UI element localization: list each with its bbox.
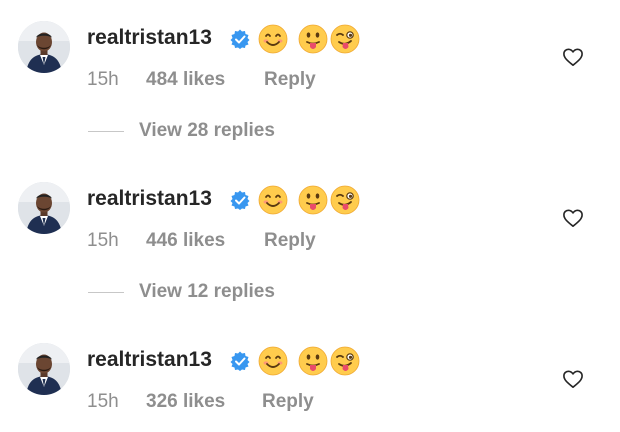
divider-line xyxy=(88,292,124,293)
username[interactable]: realtristan13 xyxy=(87,348,212,372)
reply-button[interactable]: Reply xyxy=(262,391,314,413)
verified-badge-icon xyxy=(230,190,250,210)
tongue-out-icon xyxy=(298,185,328,215)
comment-time: 15h xyxy=(87,69,119,90)
smiling-face-icon xyxy=(258,24,288,54)
view-replies-label[interactable]: View 28 replies xyxy=(139,120,275,142)
comment-time: 15h xyxy=(87,391,119,412)
tongue-out-icon xyxy=(298,346,328,376)
username[interactable]: realtristan13 xyxy=(87,26,212,50)
likes-count[interactable]: 446 likes xyxy=(146,230,225,252)
comment-item: realtristan13 15h 326 likes Reply xyxy=(0,343,620,423)
heart-icon[interactable] xyxy=(562,208,584,228)
comment-item: realtristan13 15h 484 likes Reply xyxy=(0,21,620,101)
view-replies[interactable]: View 28 replies xyxy=(0,117,620,147)
heart-icon[interactable] xyxy=(562,369,584,389)
heart-icon[interactable] xyxy=(562,47,584,67)
reply-button[interactable]: Reply xyxy=(264,230,316,252)
tongue-out-icon xyxy=(298,24,328,54)
comment-time: 15h xyxy=(87,230,119,251)
view-replies[interactable]: View 12 replies xyxy=(0,278,620,308)
view-replies-label[interactable]: View 12 replies xyxy=(139,281,275,303)
avatar[interactable] xyxy=(18,182,70,234)
avatar[interactable] xyxy=(18,343,70,395)
winking-tongue-icon xyxy=(330,24,360,54)
smiling-face-icon xyxy=(258,346,288,376)
divider-line xyxy=(88,131,124,132)
comment-item: realtristan13 15h 446 likes Reply xyxy=(0,182,620,262)
reply-button[interactable]: Reply xyxy=(264,69,316,91)
winking-tongue-icon xyxy=(330,185,360,215)
avatar[interactable] xyxy=(18,21,70,73)
likes-count[interactable]: 484 likes xyxy=(146,69,225,91)
winking-tongue-icon xyxy=(330,346,360,376)
likes-count[interactable]: 326 likes xyxy=(146,391,225,413)
verified-badge-icon xyxy=(230,351,250,371)
username[interactable]: realtristan13 xyxy=(87,187,212,211)
verified-badge-icon xyxy=(230,29,250,49)
smiling-face-icon xyxy=(258,185,288,215)
